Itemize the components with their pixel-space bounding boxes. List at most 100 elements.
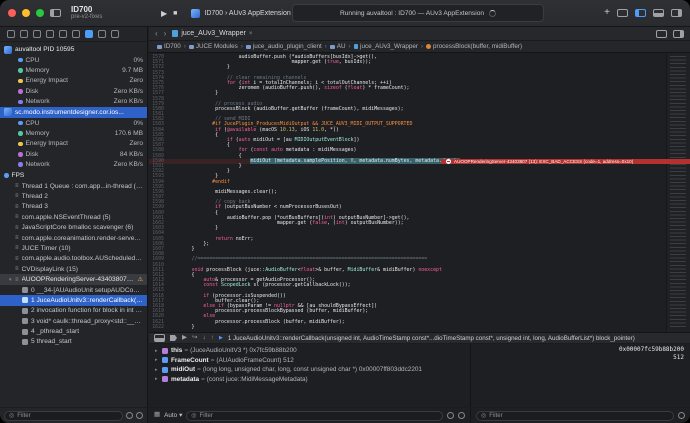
- gauge-row[interactable]: Memory9.7 MB: [0, 65, 147, 75]
- issue-navigator-icon[interactable]: [59, 30, 67, 38]
- variables-filter-input[interactable]: ◎ Filter: [186, 411, 443, 421]
- gauge-row[interactable]: CPU0%: [0, 55, 147, 65]
- console-filter-input[interactable]: ◎ Filter: [476, 411, 674, 421]
- process-row[interactable]: auvaltool PID 10595: [0, 44, 147, 55]
- close-tab-icon[interactable]: ×: [249, 31, 253, 37]
- toggle-debug-area-icon[interactable]: [653, 9, 664, 17]
- step-out-icon[interactable]: ↑: [211, 335, 214, 342]
- run-button[interactable]: ▶: [161, 9, 167, 18]
- adjust-editor-icon[interactable]: [656, 30, 667, 38]
- zoom-window-button[interactable]: [36, 9, 44, 17]
- stop-button[interactable]: ■: [173, 10, 177, 17]
- gauge-row[interactable]: NetworkZero KB/s: [0, 160, 147, 170]
- breakpoint-navigator-icon[interactable]: [98, 30, 106, 38]
- line-number[interactable]: 1622: [149, 325, 168, 330]
- thread-row[interactable]: ▾≡AUOOPRenderingServer-43403807 (13)⚠: [0, 274, 147, 284]
- close-window-button[interactable]: [8, 9, 16, 17]
- go-back-icon[interactable]: ‹: [155, 30, 158, 38]
- variable-row[interactable]: ▸FrameCount=(AUAudioFrameCount) 512: [149, 356, 470, 366]
- symbol-navigator-icon[interactable]: [33, 30, 41, 38]
- thread-row[interactable]: ≡JUCE Timer (10): [0, 243, 147, 253]
- editor-controls: [656, 30, 684, 38]
- gauge-row[interactable]: Memory170.6 MB: [0, 128, 147, 138]
- toggle-left-panel-icon[interactable]: [635, 9, 646, 17]
- stack-frame-row[interactable]: 4 _pthread_start: [0, 326, 147, 336]
- library-add-icon[interactable]: +: [604, 8, 610, 18]
- disclosure-icon[interactable]: ▸: [155, 376, 162, 382]
- variable-row[interactable]: ▸midiOut=(long long, unsigned char, long…: [149, 365, 470, 375]
- tab-juce-auv3-wrapper[interactable]: juce_AUv3_Wrapper ×: [172, 30, 252, 37]
- editor-options-icon[interactable]: [617, 9, 628, 17]
- breakpoints-toggle-icon[interactable]: [170, 335, 177, 341]
- add-editor-icon[interactable]: [673, 30, 684, 38]
- filter-placeholder: Filter: [489, 413, 502, 419]
- breadcrumb-item[interactable]: JUCE Modules: [189, 43, 238, 50]
- thread-row[interactable]: ≡CVDisplayLink (15): [0, 264, 147, 274]
- find-navigator-icon[interactable]: [46, 30, 54, 38]
- thread-row[interactable]: ≡com.apple.NSEventThread (5): [0, 212, 147, 222]
- debug-navigator-icon[interactable]: [85, 30, 93, 38]
- breadcrumb-item[interactable]: AU: [330, 43, 346, 50]
- grid-icon[interactable]: ▦: [154, 412, 160, 419]
- thread-row[interactable]: ≡Thread 1 Queue : com.app...in-thread (s…: [0, 181, 147, 191]
- disclosure-icon[interactable]: ▸: [155, 348, 162, 354]
- scheme-selector[interactable]: ID700 › AUv3 AppExtension: [191, 9, 290, 18]
- source-control-navigator-icon[interactable]: [20, 30, 28, 38]
- continue-icon[interactable]: ▶: [182, 335, 187, 342]
- step-into-icon[interactable]: ↓: [202, 335, 205, 342]
- step-over-icon[interactable]: ↪: [192, 335, 197, 342]
- variable-name: this: [171, 347, 182, 354]
- console-output[interactable]: 0x00007fc59b88b200512: [471, 344, 690, 407]
- folder-icon: [189, 45, 194, 49]
- gauge-icon: [18, 131, 23, 136]
- equals-sign: =: [197, 366, 201, 373]
- gauge-row[interactable]: Energy ImpactZero: [0, 76, 147, 86]
- code-text[interactable]: }: [168, 325, 195, 330]
- clear-console-icon[interactable]: [678, 412, 685, 419]
- thread-row[interactable]: ≡JavaScriptCore bmalloc scavenger (6): [0, 222, 147, 232]
- stack-frame-row[interactable]: 2 invocation function for block in int (…: [0, 306, 147, 316]
- thread-row[interactable]: ≡Thread 2: [0, 191, 147, 201]
- gauge-row[interactable]: CPU0%: [0, 118, 147, 128]
- variables-scope-selector[interactable]: Auto ▾: [164, 412, 182, 419]
- thread-row[interactable]: ≡com.apple.coreanimation.render-server (…: [0, 233, 147, 243]
- flag-icon[interactable]: [447, 412, 454, 419]
- project-navigator-icon[interactable]: [7, 30, 15, 38]
- disclosure-icon[interactable]: ▸: [155, 357, 162, 363]
- test-navigator-icon[interactable]: [72, 30, 80, 38]
- code-area[interactable]: 1570 audioBuffer.push (*audioBuffers[bus…: [149, 53, 690, 332]
- share-icon[interactable]: [458, 412, 465, 419]
- thread-row[interactable]: ≡com.apple.audio.toolbox.AUScheduledPara…: [0, 254, 147, 264]
- stack-frame-row[interactable]: 1 JuceAudioUnitv3::renderCallback(unsi..…: [0, 295, 147, 305]
- toggle-inspector-icon[interactable]: [671, 9, 682, 17]
- gauge-row[interactable]: NetworkZero KB/s: [0, 97, 147, 107]
- stack-frame-row[interactable]: 5 thread_start: [0, 337, 147, 347]
- fps-row[interactable]: FPS: [0, 170, 147, 181]
- stack-frame-row[interactable]: 3 void* caulk::thread_proxy<std::__1::tu…: [0, 316, 147, 326]
- disclosure-icon[interactable]: ▸: [155, 367, 162, 373]
- gauge-row[interactable]: Disk84 KB/s: [0, 149, 147, 159]
- minimize-window-button[interactable]: [22, 9, 30, 17]
- breadcrumb-item[interactable]: juce_AUv3_Wrapper: [354, 43, 419, 50]
- breadcrumb-item[interactable]: processBlock(buffer, midiBuffer): [426, 43, 522, 50]
- go-forward-icon[interactable]: ›: [164, 30, 167, 38]
- process-row[interactable]: sc.modo.instrumentdesigner.cor.ios...: [0, 107, 147, 118]
- hide-debug-area-icon[interactable]: [154, 334, 165, 342]
- variable-row[interactable]: ▸this=(JuceAudioUnitV3 *) 0x7fc59b88b200: [149, 346, 470, 356]
- minimap[interactable]: [666, 53, 690, 332]
- show-only-crashed-icon[interactable]: [126, 412, 133, 419]
- runtime-error-annotation[interactable]: AUOOPRenderingServer-43403807 (13): EXC_…: [441, 159, 690, 164]
- report-navigator-icon[interactable]: [111, 30, 119, 38]
- thread-row[interactable]: ≡Thread 3: [0, 202, 147, 212]
- breadcrumb-item[interactable]: ID700: [157, 43, 181, 50]
- gauge-row[interactable]: DiskZero KB/s: [0, 86, 147, 96]
- current-frame-label[interactable]: 1 JuceAudioUnitv3::renderCallback(unsign…: [228, 335, 635, 342]
- navigator-filter-input[interactable]: ◎ Filter: [4, 411, 123, 421]
- stack-frame-row[interactable]: 0 __34-[AUAudioUnit setupAUDConversi...: [0, 285, 147, 295]
- toggle-navigator-icon[interactable]: [50, 9, 61, 17]
- gauge-row[interactable]: Energy ImpactZero: [0, 139, 147, 149]
- variable-row[interactable]: ▸metadata=(const juce::MidiMessageMetada…: [149, 375, 470, 385]
- show-only-running-icon[interactable]: [136, 412, 143, 419]
- breadcrumb-item[interactable]: juce_audio_plugin_client: [246, 43, 322, 50]
- code-line[interactable]: 1622 }: [149, 325, 690, 330]
